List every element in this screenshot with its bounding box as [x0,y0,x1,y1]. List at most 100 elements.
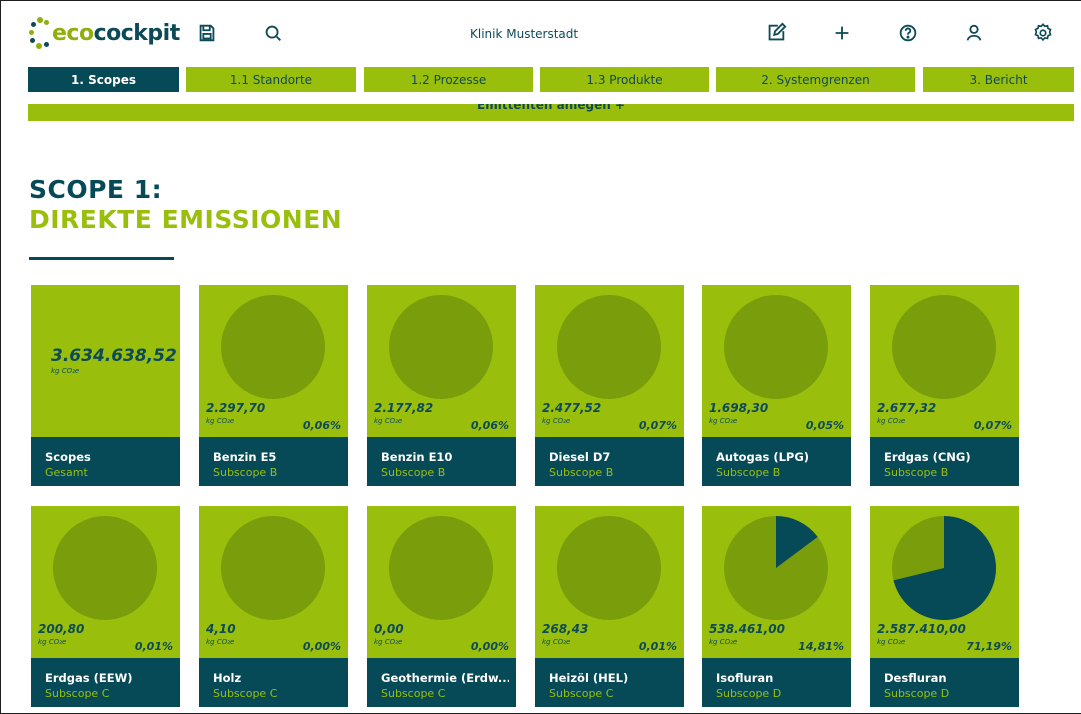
card-value: 0,00 [374,622,404,636]
card-bottom: Benzin E10 Subscope B [367,437,516,486]
card-unit: kg CO₂e [709,638,738,646]
emission-card[interactable]: 2.177,82 kg CO₂e 0,06% Benzin E10 Subscope B [367,285,516,486]
card-value: 2.177,82 [374,401,434,415]
card-unit: kg CO₂e [542,417,571,425]
card-bottom: Isofluran Subscope D [702,658,851,707]
card-bottom: Erdgas (CNG) Subscope B [870,437,1019,486]
card-name: Isofluran [716,671,774,685]
emission-card[interactable]: 538.461,00 kg CO₂e 14,81% Isofluran Subscope… [702,506,851,707]
pie-remainder [557,516,661,620]
card-value: 200,80 [38,622,85,636]
card-top: 2.587.410,00 kg CO₂e 71,19% [870,506,1019,658]
share-pie-chart [892,295,996,399]
card-subscope: Subscope B [716,466,781,479]
card-top: 0,00 kg CO₂e 0,00% [367,506,516,658]
card-subscope: Subscope C [549,687,614,700]
card-bottom: Heizöl (HEL) Subscope C [535,658,684,707]
emission-card[interactable]: 2.477,52 kg CO₂e 0,07% Diesel D7 Subscope B [535,285,684,486]
tab-scopes[interactable]: 1. Scopes [28,67,179,92]
card-name: Diesel D7 [549,450,611,464]
page-subtitle: DIREKTE EMISSIONEN [29,205,343,234]
logo[interactable]: ecocockpit [29,15,180,51]
top-bar: ecocockpit Klinik Musterstadt [1,1,1081,63]
card-value: 2.477,52 [542,401,602,415]
card-percent: 0,01% [638,640,677,653]
card-top: 1.698,30 kg CO₂e 0,05% [702,285,851,437]
card-percent: 0,05% [805,419,844,432]
card-value: 2.297,70 [206,401,266,415]
total-unit: kg CO₂e [51,367,80,375]
card-bottom: Geothermie (Erdw... Subscope C [367,658,516,707]
emission-card[interactable]: 2.297,70 kg CO₂e 0,06% Benzin E5 Subscope B [199,285,348,486]
card-subscope: Subscope D [716,687,782,700]
card-subscope: Subscope C [381,687,446,700]
help-icon[interactable] [896,21,920,45]
card-percent: 0,00% [470,640,509,653]
logo-text: ecocockpit [52,20,180,46]
tab-produkte[interactable]: 1.3 Produkte [540,67,709,92]
share-pie-chart [221,516,325,620]
total-value: 3.634.638,52 [51,346,177,366]
emission-card[interactable]: 2.587.410,00 kg CO₂e 71,19% Desfluran Subsco… [870,506,1019,707]
plus-icon[interactable] [830,21,854,45]
card-unit: kg CO₂e [206,417,235,425]
card-percent: 0,07% [973,419,1012,432]
emission-card[interactable]: 1.698,30 kg CO₂e 0,05% Autogas (LPG) Subscop… [702,285,851,486]
card-percent: 0,01% [134,640,173,653]
heading-divider [29,257,174,260]
card-bottom: Scopes Gesamt [31,437,180,486]
card-percent: 0,00% [302,640,341,653]
user-icon[interactable] [962,21,986,45]
card-unit: kg CO₂e [877,417,906,425]
card-percent: 71,19% [966,640,1012,653]
card-top: 2.297,70 kg CO₂e 0,06% [199,285,348,437]
card-value: 268,43 [542,622,589,636]
card-top: 2.677,32 kg CO₂e 0,07% [870,285,1019,437]
edit-icon[interactable] [764,21,788,45]
share-pie-chart [53,516,157,620]
card-unit: kg CO₂e [542,638,571,646]
share-pie-chart [892,516,996,620]
tab-standorte[interactable]: 1.1 Standorte [186,67,356,92]
card-subscope: Subscope C [45,687,110,700]
card-subscope: Subscope B [381,466,446,479]
pie-remainder [389,516,493,620]
share-pie-chart [557,295,661,399]
tab-prozesse[interactable]: 1.2 Prozesse [364,67,533,92]
card-percent: 14,81% [798,640,844,653]
pie-remainder [53,516,157,620]
search-icon[interactable] [261,21,285,45]
card-name: Geothermie (Erdw... [381,671,509,685]
pie-remainder [724,295,828,399]
card-bottom: Desfluran Subscope D [870,658,1019,707]
tab-systemgrenzen[interactable]: 2. Systemgrenzen [716,67,915,92]
pie-remainder [892,295,996,399]
card-unit: kg CO₂e [877,638,906,646]
card-name: Desfluran [884,671,947,685]
emission-card[interactable]: 4,10 kg CO₂e 0,00% Holz Subscope C [199,506,348,707]
card-subscope: Subscope B [549,466,614,479]
card-percent: 0,06% [302,419,341,432]
card-subscope: Gesamt [45,466,88,479]
card-unit: kg CO₂e [206,638,235,646]
card-top: 4,10 kg CO₂e 0,00% [199,506,348,658]
emission-card[interactable]: 268,43 kg CO₂e 0,01% Heizöl (HEL) Subscope C [535,506,684,707]
emission-card[interactable]: 0,00 kg CO₂e 0,00% Geothermie (Erdw... Subsc… [367,506,516,707]
tab-bericht[interactable]: 3. Bericht [923,67,1074,92]
emission-card[interactable]: 2.677,32 kg CO₂e 0,07% Erdgas (CNG) Subscope… [870,285,1019,486]
app-window: ecocockpit Klinik Musterstadt 1. Scopes … [0,0,1081,714]
share-pie-chart [724,516,828,620]
add-emitter-button[interactable]: Emittenten anlegen + [28,104,1074,121]
card-top: 538.461,00 kg CO₂e 14,81% [702,506,851,658]
emission-card[interactable]: 200,80 kg CO₂e 0,01% Erdgas (EEW) Subscope C [31,506,180,707]
save-icon[interactable] [195,21,219,45]
card-top: 3.634.638,52 kg CO₂e [31,285,180,437]
page-title: SCOPE 1: [29,175,163,204]
gear-icon[interactable] [1031,21,1055,45]
logo-mark-icon [29,17,51,49]
card-value: 2.587.410,00 [877,622,966,636]
card-subscope: Subscope B [213,466,278,479]
clinic-name: Klinik Musterstadt [470,27,579,41]
card-total[interactable]: 3.634.638,52 kg CO₂e Scopes Gesamt [31,285,180,486]
card-name: Erdgas (EEW) [45,671,133,685]
